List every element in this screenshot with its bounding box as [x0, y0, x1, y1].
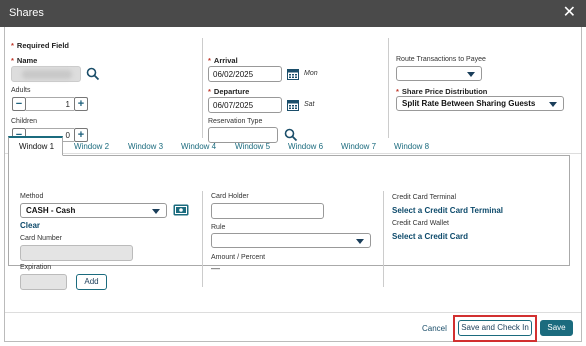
amount-percent-value: —	[211, 263, 220, 273]
arrival-date-input[interactable]: 06/02/2025	[208, 66, 282, 82]
section-divider	[5, 153, 581, 154]
select-credit-card-link[interactable]: Select a Credit Card	[392, 232, 468, 241]
select-credit-card-terminal-link[interactable]: Select a Credit Card Terminal	[392, 206, 503, 215]
card-holder-input[interactable]	[211, 203, 324, 219]
required-field-note: * Required Field	[11, 41, 70, 50]
panel-divider	[383, 191, 384, 287]
card-holder-label: Card Holder	[211, 193, 249, 200]
tab-window-4[interactable]: Window 4	[181, 142, 216, 151]
departure-label: * Departure	[208, 87, 250, 96]
method-label: Method	[20, 193, 44, 200]
credit-card-wallet-label: Credit Card Wallet	[392, 220, 449, 227]
tab-window-1[interactable]: Window 1	[19, 142, 54, 151]
arrival-label: * Arrival	[208, 56, 238, 65]
search-icon[interactable]	[284, 128, 298, 142]
cancel-link[interactable]: Cancel	[422, 324, 447, 333]
departure-day: Sat	[304, 101, 315, 108]
expiration-input[interactable]	[20, 274, 67, 290]
share-price-distribution-select[interactable]: Split Rate Between Sharing Guests	[396, 96, 564, 111]
tab-window-5[interactable]: Window 5	[235, 142, 270, 151]
children-increment-button[interactable]: +	[74, 128, 88, 142]
tab-window-3[interactable]: Window 3	[128, 142, 163, 151]
close-icon[interactable]: ✕	[563, 4, 576, 22]
chevron-down-icon	[549, 102, 557, 107]
calendar-icon[interactable]	[287, 99, 299, 111]
panel-divider	[202, 191, 203, 287]
adults-increment-button[interactable]: +	[74, 97, 88, 111]
route-transactions-select[interactable]	[396, 66, 482, 81]
arrival-day: Mon	[304, 70, 318, 77]
departure-date-input[interactable]: 06/07/2025	[208, 97, 282, 113]
reservation-type-label: Reservation Type	[208, 118, 263, 125]
expiration-label: Expiration	[20, 264, 52, 271]
column-divider	[202, 38, 203, 138]
rule-select[interactable]	[211, 233, 371, 248]
add-button[interactable]: Add	[76, 274, 107, 290]
card-number-input[interactable]	[20, 245, 133, 261]
adults-decrement-button[interactable]: −	[12, 97, 26, 111]
search-icon[interactable]	[86, 67, 100, 81]
save-and-check-in-button[interactable]: Save and Check In	[458, 320, 532, 336]
children-label: Children	[11, 118, 38, 125]
column-divider	[388, 38, 389, 138]
chevron-down-icon	[152, 209, 160, 214]
adults-label: Adults	[11, 87, 31, 94]
name-field[interactable]	[11, 66, 81, 82]
chevron-down-icon	[356, 239, 364, 244]
dialog-title: Shares	[9, 7, 44, 19]
credit-card-terminal-label: Credit Card Terminal	[392, 194, 457, 201]
footer-divider	[5, 312, 581, 313]
route-transactions-label: Route Transactions to Payee	[396, 56, 486, 63]
cash-icon[interactable]	[173, 204, 189, 216]
save-button[interactable]: Save	[540, 320, 573, 336]
dialog-titlebar: Shares ✕	[0, 0, 586, 27]
reservation-type-input[interactable]	[208, 127, 278, 143]
share-price-distribution-value: Split Rate Between Sharing Guests	[402, 99, 536, 108]
payment-method-select[interactable]: CASH - Cash	[20, 203, 167, 218]
calendar-icon[interactable]	[287, 68, 299, 80]
name-label: * Name	[11, 56, 38, 65]
tab-window-6[interactable]: Window 6	[288, 142, 323, 151]
rule-label: Rule	[211, 224, 226, 231]
clear-link[interactable]: Clear	[20, 221, 40, 230]
share-price-distribution-label: * Share Price Distribution	[396, 87, 488, 96]
amount-percent-label: Amount / Percent	[211, 254, 266, 261]
tab-window-7[interactable]: Window 7	[341, 142, 376, 151]
tab-window-8[interactable]: Window 8	[394, 142, 429, 151]
payment-method-value: CASH - Cash	[26, 206, 76, 215]
chevron-down-icon	[467, 72, 475, 77]
card-number-label: Card Number	[20, 235, 63, 242]
tab-window-2[interactable]: Window 2	[74, 142, 109, 151]
adults-value[interactable]: 1	[26, 97, 74, 111]
